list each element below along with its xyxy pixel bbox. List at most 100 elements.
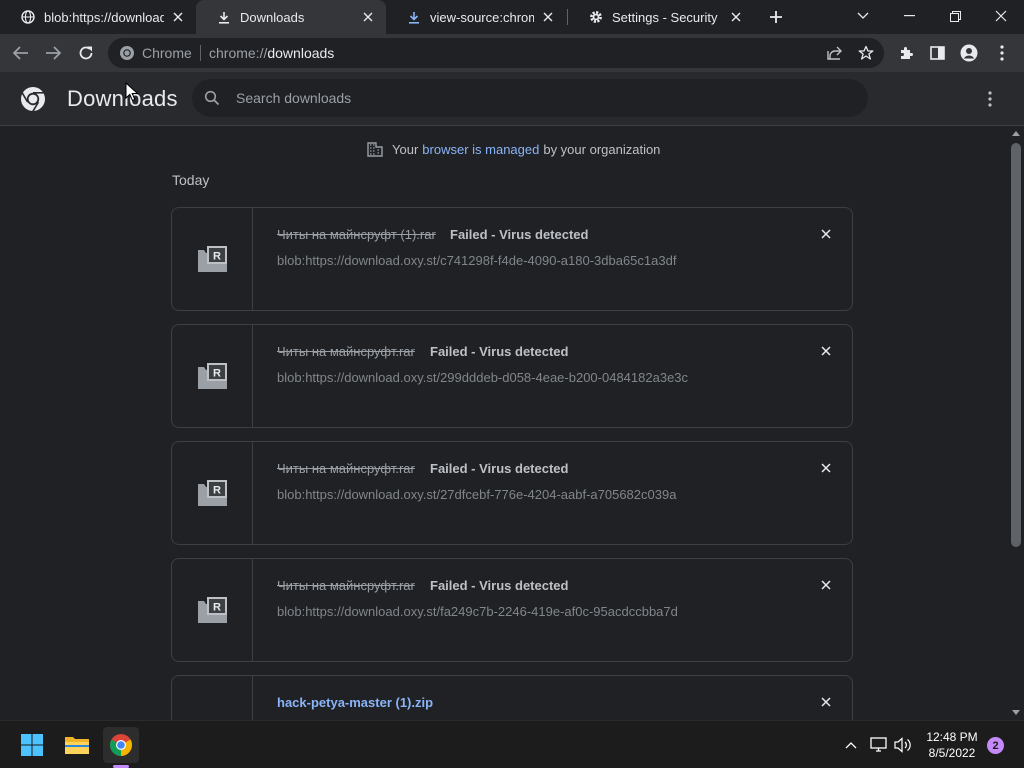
tab-title: Downloads bbox=[240, 9, 305, 25]
tab-view-source[interactable]: view-source:chrome://downloads bbox=[386, 0, 566, 34]
browser-toolbar: Chrome chrome://downloads bbox=[0, 34, 1024, 72]
scrollbar-thumb[interactable] bbox=[1011, 143, 1021, 547]
network-icon[interactable] bbox=[870, 737, 888, 753]
download-status: Failed - Virus detected bbox=[430, 461, 569, 476]
svg-text:R: R bbox=[213, 485, 221, 497]
profile-avatar-icon[interactable] bbox=[956, 40, 982, 66]
tab-downloads[interactable]: Downloads bbox=[196, 0, 386, 34]
close-icon[interactable] bbox=[540, 9, 556, 25]
chrome-icon bbox=[120, 46, 134, 60]
omnibox-chip-label: Chrome bbox=[142, 45, 192, 61]
chevron-up-icon[interactable] bbox=[842, 737, 860, 753]
tab-title: view-source:chrome://downloads bbox=[430, 9, 534, 25]
file-icon-column: R bbox=[172, 325, 253, 427]
file-icon-column: R bbox=[172, 559, 253, 661]
system-clock[interactable]: 12:48 PM 8/5/2022 bbox=[916, 729, 988, 761]
tab-strip: blob:https://download.oxy.st/c741298f Do… bbox=[0, 0, 1024, 34]
close-icon[interactable] bbox=[170, 9, 186, 25]
scrollbar[interactable] bbox=[1008, 127, 1024, 720]
remove-download-button[interactable] bbox=[816, 224, 836, 244]
extensions-icon[interactable] bbox=[893, 40, 919, 66]
new-tab-button[interactable] bbox=[766, 7, 786, 27]
download-filename-link[interactable]: hack-petya-master (1).zip bbox=[277, 695, 433, 710]
clock-time: 12:48 PM bbox=[926, 730, 978, 744]
download-status: Failed - Virus detected bbox=[450, 227, 589, 242]
downloads-menu-icon[interactable] bbox=[978, 89, 1002, 109]
building-icon bbox=[367, 142, 383, 157]
download-source-url: blob:https://download.oxy.st/27dfcebf-77… bbox=[277, 487, 677, 502]
globe-icon bbox=[20, 9, 36, 25]
windows-taskbar: 12:48 PM 8/5/2022 2 bbox=[0, 720, 1024, 768]
bookmark-star-icon[interactable] bbox=[853, 40, 879, 66]
remove-download-button[interactable] bbox=[816, 458, 836, 478]
search-input[interactable] bbox=[236, 87, 836, 109]
tab-search-button[interactable] bbox=[840, 0, 886, 32]
tab-blob[interactable]: blob:https://download.oxy.st/c741298f bbox=[0, 0, 196, 34]
restore-button[interactable] bbox=[932, 0, 978, 32]
svg-text:R: R bbox=[213, 368, 221, 380]
page-title: Downloads bbox=[67, 86, 178, 111]
managed-text-before: Your bbox=[392, 141, 419, 157]
omnibox-url: chrome://downloads bbox=[209, 45, 334, 61]
download-source-url: blob:https://download.oxy.st/299dddeb-d0… bbox=[277, 370, 689, 385]
download-item: R Читы на майнсруфт.rar Failed - Virus d… bbox=[171, 558, 853, 662]
remove-download-button[interactable] bbox=[816, 575, 836, 595]
managed-notice: Your browser is managed by your organiza… bbox=[366, 140, 660, 158]
archive-file-icon: R bbox=[198, 246, 227, 272]
reload-button[interactable] bbox=[73, 40, 99, 66]
side-panel-icon[interactable] bbox=[924, 40, 950, 66]
remove-download-button[interactable] bbox=[816, 341, 836, 361]
download-filename[interactable]: Читы на майнсруфт (1).rar bbox=[277, 227, 436, 242]
download-source-url: blob:https://download.oxy.st/fa249c7b-22… bbox=[277, 604, 678, 619]
url-host: downloads bbox=[267, 45, 335, 61]
downloads-list: Your browser is managed by your organiza… bbox=[0, 127, 1008, 720]
windows-start-icon[interactable] bbox=[14, 727, 50, 763]
file-icon-column bbox=[172, 676, 253, 720]
address-bar[interactable]: Chrome chrome://downloads bbox=[108, 38, 884, 68]
svg-text:R: R bbox=[213, 602, 221, 614]
close-window-button[interactable] bbox=[978, 0, 1024, 32]
download-item: R Читы на майнсруфт.rar Failed - Virus d… bbox=[171, 441, 853, 545]
download-filename[interactable]: Читы на майнсруфт.rar bbox=[277, 578, 415, 593]
file-explorer-icon[interactable] bbox=[59, 727, 95, 763]
tab-settings-security[interactable]: Settings - Security bbox=[568, 0, 754, 34]
download-item: R Читы на майнсруфт.rar Failed - Virus d… bbox=[171, 324, 853, 428]
file-icon-column: R bbox=[172, 208, 253, 310]
download-icon bbox=[406, 9, 422, 25]
clock-date: 8/5/2022 bbox=[928, 746, 976, 760]
more-menu-icon[interactable] bbox=[989, 40, 1015, 66]
share-icon[interactable] bbox=[822, 40, 848, 66]
svg-text:R: R bbox=[213, 251, 221, 263]
file-icon-column: R bbox=[172, 442, 253, 544]
download-item: hack-petya-master (1).zip bbox=[171, 675, 853, 720]
scroll-up-arrow[interactable] bbox=[1012, 131, 1020, 136]
download-item: R Читы на майнсруфт (1).rar Failed - Vir… bbox=[171, 207, 853, 311]
archive-file-icon: R bbox=[198, 597, 227, 623]
download-icon bbox=[216, 9, 232, 25]
download-status: Failed - Virus detected bbox=[430, 578, 569, 593]
search-box[interactable] bbox=[192, 79, 868, 117]
close-icon[interactable] bbox=[360, 9, 376, 25]
tab-title: blob:https://download.oxy.st/c741298f bbox=[44, 9, 164, 25]
omnibox-divider bbox=[200, 45, 201, 61]
archive-file-icon: R bbox=[198, 363, 227, 389]
close-icon[interactable] bbox=[728, 9, 744, 25]
downloads-header: Downloads bbox=[0, 72, 1024, 126]
date-section-label: Today bbox=[172, 172, 210, 188]
search-icon bbox=[204, 90, 220, 106]
back-button[interactable] bbox=[8, 40, 34, 66]
download-filename[interactable]: Читы на майнсруфт.rar bbox=[277, 344, 415, 359]
chrome-taskbar-icon[interactable] bbox=[103, 727, 139, 763]
forward-button[interactable] bbox=[40, 40, 66, 66]
download-filename[interactable]: Читы на майнсруфт.rar bbox=[277, 461, 415, 476]
notification-badge[interactable]: 2 bbox=[987, 737, 1004, 754]
scroll-down-arrow[interactable] bbox=[1012, 710, 1020, 715]
managed-link[interactable]: browser is managed bbox=[422, 142, 539, 157]
tab-title: Settings - Security bbox=[612, 9, 718, 25]
volume-icon[interactable] bbox=[894, 737, 912, 753]
remove-download-button[interactable] bbox=[816, 692, 836, 712]
managed-text-after: by your organization bbox=[543, 141, 661, 157]
archive-file-icon: R bbox=[198, 480, 227, 506]
minimize-button[interactable] bbox=[886, 0, 932, 32]
url-prefix: chrome:// bbox=[209, 45, 268, 61]
